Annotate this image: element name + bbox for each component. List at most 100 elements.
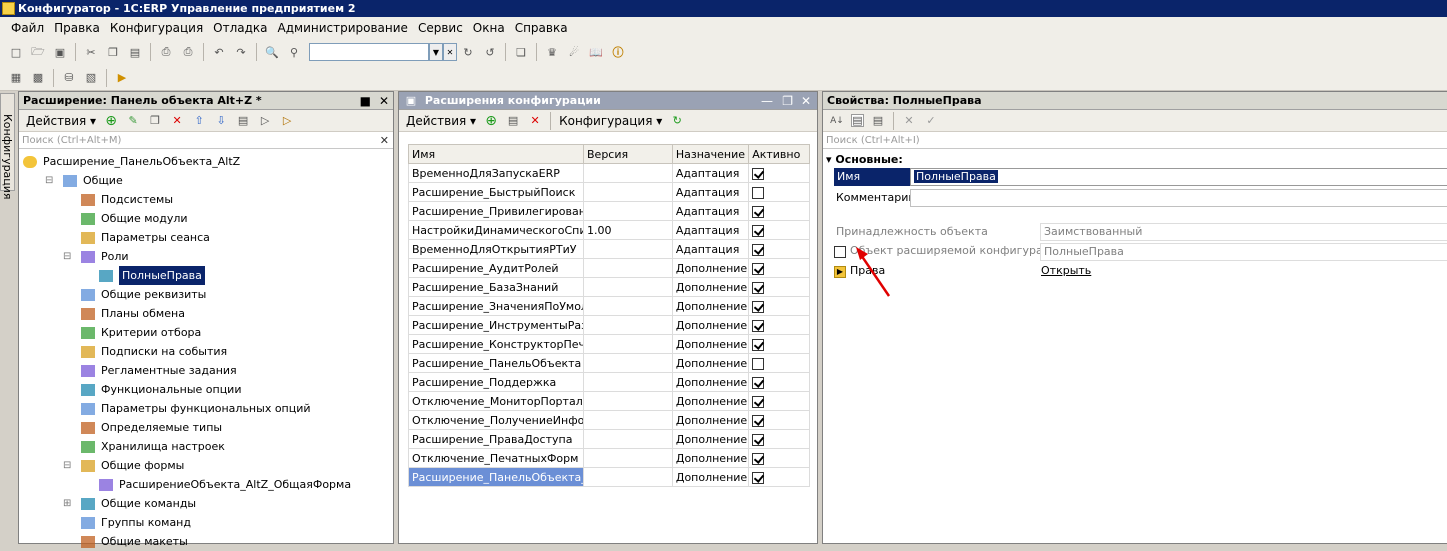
cell-active[interactable] [748,296,810,316]
cell-purpose[interactable]: Дополнение [671,277,750,297]
tree-item[interactable]: Хранилища настроек [81,437,225,456]
find-prev-icon[interactable]: ↺ [482,44,498,60]
active-checkbox[interactable] [752,224,765,237]
cell-purpose[interactable]: Адаптация [671,163,750,183]
cell-active[interactable] [748,220,810,240]
table-row[interactable]: Расширение_ИнструментыРаз... Дополнение [408,315,810,335]
cell-name[interactable]: Расширение_БыстрыйПоиск [408,182,584,202]
column-header-active[interactable]: Активно [748,144,810,164]
minimize-icon[interactable]: — [761,92,773,110]
extended-object-checkbox[interactable] [834,246,846,258]
cell-name[interactable]: Расширение_ПраваДоступа [408,429,584,449]
redo-icon[interactable]: ↷ [233,44,249,60]
table-row[interactable]: Расширение_Привилегированн... Адаптация [408,201,810,221]
cell-purpose[interactable]: Адаптация [671,182,750,202]
property-pages-icon[interactable]: ▤ [870,113,886,129]
compare-icon[interactable]: ▧ [83,70,99,86]
print-preview-icon[interactable]: ⎙ [180,44,196,60]
table-row[interactable]: Отключение_МониторПортала1... Дополнение [408,391,810,411]
edit-extension-icon[interactable]: ▤ [505,113,521,129]
restore-icon[interactable]: ❐ [782,92,793,110]
table-row[interactable]: Расширение_ПанельОбъекта_... Дополнение [408,467,810,487]
cell-version[interactable] [583,467,673,487]
open-folder-icon[interactable]: 🗁 [30,44,46,60]
find-in-files-icon[interactable]: 🔍 [264,44,280,60]
cell-name[interactable]: Расширение_ПанельОбъекта [408,353,584,373]
copy-item-icon[interactable]: ❐ [147,113,163,129]
refresh-icon[interactable]: ↻ [669,113,685,129]
add-icon[interactable]: ⊕ [103,113,119,129]
apply-icon[interactable]: ✓ [923,113,939,129]
cell-name[interactable]: Расширение_БазаЗнаний [408,277,584,297]
cell-version[interactable] [583,163,673,183]
tree-item[interactable]: ⊟ Общие формы [63,456,184,475]
active-checkbox[interactable] [752,167,765,180]
cell-name[interactable]: ВременноДляОткрытияРТиУ [408,239,584,259]
menu-administration[interactable]: Администрирование [273,21,413,35]
menu-service[interactable]: Сервис [413,21,468,35]
section-main[interactable]: ▾ Основные: [826,151,903,169]
cell-purpose[interactable]: Дополнение [671,467,750,487]
config-tree-icon[interactable]: ▦ [8,70,24,86]
delete-icon[interactable]: ✕ [169,113,185,129]
active-checkbox[interactable] [752,281,765,294]
active-checkbox[interactable] [752,186,765,199]
tree-item[interactable]: Планы обмена [81,304,185,323]
cell-name[interactable]: Отключение_МониторПортала1... [408,391,584,411]
cell-active[interactable] [748,239,810,259]
menu-configuration[interactable]: Конфигурация [105,21,208,35]
cut-icon[interactable]: ✂ [83,44,99,60]
table-row[interactable]: Расширение_ПанельОбъекта Дополнение [408,353,810,373]
tree-item[interactable]: ⊟ Общие [45,171,123,190]
cell-name[interactable]: Отключение_ПечатныхФорм [408,448,584,468]
cell-name[interactable]: Расширение_Поддержка [408,372,584,392]
cell-active[interactable] [748,277,810,297]
save-icon[interactable]: ▣ [52,44,68,60]
cell-active[interactable] [748,467,810,487]
menu-debug[interactable]: Отладка [208,21,272,35]
paste-icon[interactable]: ▤ [127,44,143,60]
properties-search-input[interactable]: Поиск (Ctrl+Alt+I) [823,132,1447,149]
sort-alpha-icon[interactable]: A↓ [829,113,845,129]
toolbar-search-dropdown-icon[interactable]: ▼ [429,43,443,61]
cell-version[interactable] [583,296,673,316]
cell-purpose[interactable]: Дополнение [671,315,750,335]
menu-edit[interactable]: Правка [49,21,105,35]
cell-active[interactable] [748,372,810,392]
cell-purpose[interactable]: Дополнение [671,258,750,278]
tree-item[interactable]: Группы команд [81,513,191,532]
tree-item[interactable]: РасширениеОбъекта_AltZ_ОбщаяФорма [99,475,351,494]
active-checkbox[interactable] [752,357,765,370]
active-checkbox[interactable] [752,433,765,446]
tree-item[interactable]: Подсистемы [81,190,173,209]
tree-item[interactable]: Параметры функциональных опций [81,399,311,418]
cell-name[interactable]: Расширение_КонструкторПеча... [408,334,584,354]
active-checkbox[interactable] [752,262,765,275]
run-debug-icon[interactable]: ▶ [114,70,130,86]
configuration-menu-button[interactable]: Конфигурация ▾ [555,114,666,128]
active-checkbox[interactable] [752,395,765,408]
collapse-icon[interactable]: ⊟ [45,171,53,190]
tree-item[interactable]: Общие модули [81,209,188,228]
move-up-icon[interactable]: ⇧ [191,113,207,129]
active-checkbox[interactable] [752,300,765,313]
cell-name[interactable]: Расширение_ИнструментыРаз... [408,315,584,335]
undo-icon[interactable]: ↶ [211,44,227,60]
toolbar-search-input[interactable] [309,43,429,61]
cell-purpose[interactable]: Адаптация [671,239,750,259]
column-header-name[interactable]: Имя [408,144,584,164]
cell-version[interactable] [583,353,673,373]
cell-active[interactable] [748,182,810,202]
cell-purpose[interactable]: Дополнение [671,334,750,354]
cell-name[interactable]: НастройкиДинамическогоСпис... [408,220,584,240]
menu-help[interactable]: Справка [510,21,573,35]
cell-active[interactable] [748,353,810,373]
table-row[interactable]: Отключение_ПечатныхФорм Дополнение [408,448,810,468]
menu-windows[interactable]: Окна [468,21,510,35]
cell-version[interactable] [583,201,673,221]
cell-purpose[interactable]: Дополнение [671,353,750,373]
sort-icon[interactable]: ▤ [235,113,251,129]
cell-name[interactable]: ВременноДляЗапускаERP [408,163,584,183]
table-row[interactable]: ВременноДляОткрытияРТиУ Адаптация [408,239,810,259]
actions-menu-button[interactable]: Действия ▾ [22,114,100,128]
